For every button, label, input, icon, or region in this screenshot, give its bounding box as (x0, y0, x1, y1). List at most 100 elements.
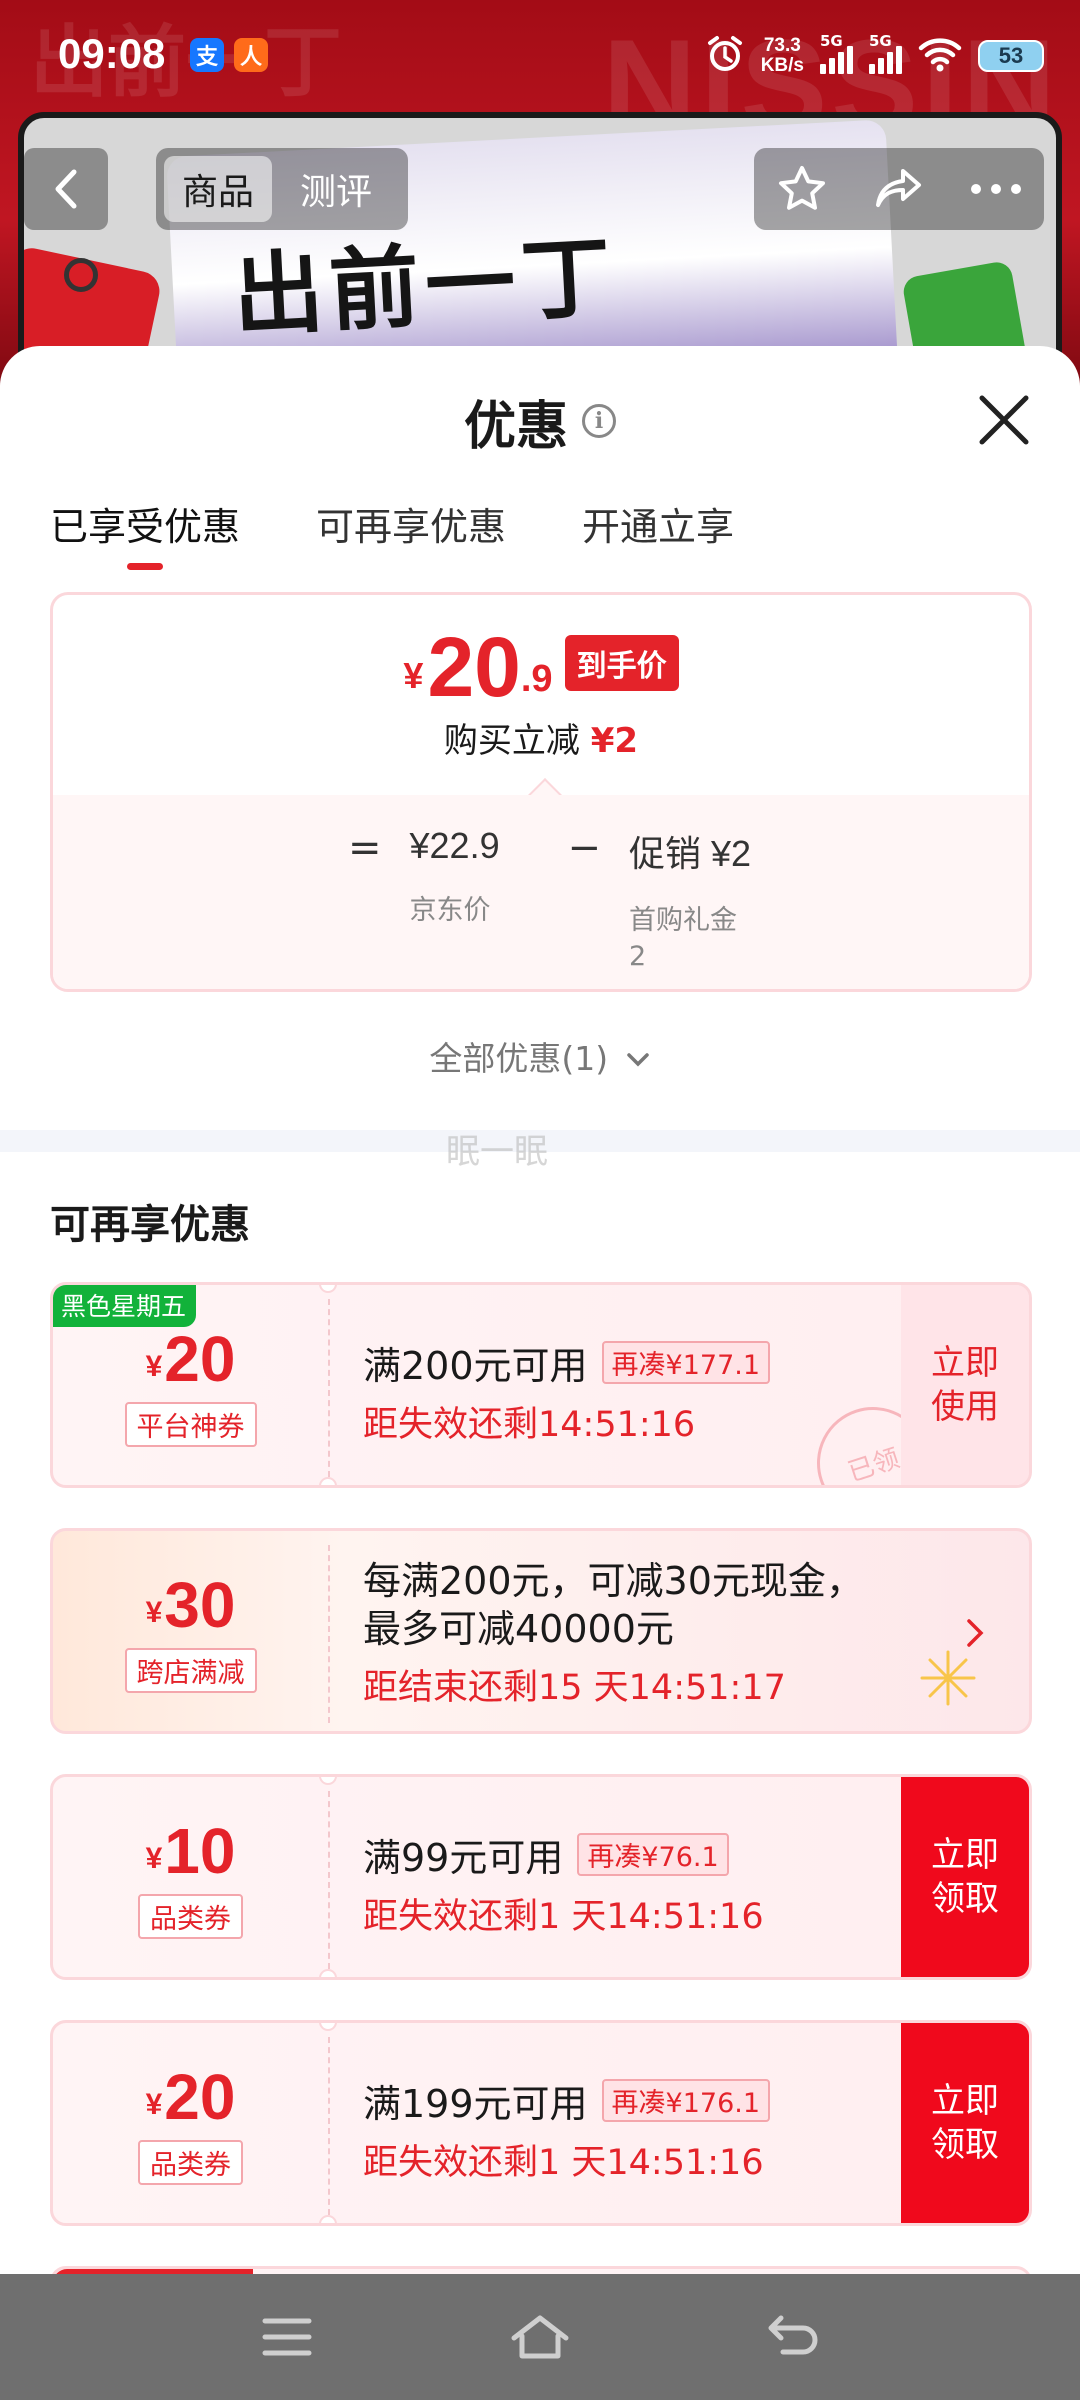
claim-now-button[interactable]: 立即领取 (901, 1777, 1029, 1977)
signal-strength-sim1: 5G (820, 32, 853, 74)
coupon-gap-amount: 再凑¥177.1 (601, 1341, 771, 1384)
keyring (64, 258, 98, 292)
coupon-amount: ¥ 20 (146, 1324, 236, 1394)
coupon-amount-value: 20 (164, 1322, 236, 1395)
coupon-notch (319, 1969, 337, 1977)
price-decimal: .9 (520, 658, 553, 700)
coupon-separator (328, 1299, 330, 1477)
coupon-amount-value: 20 (164, 2060, 236, 2133)
tab-enjoyed[interactable]: 已享受优惠 (50, 496, 240, 570)
coupon-timer: 距失效还剩1 天14:51:16 (363, 2143, 764, 2183)
promo-tabs: 已享受优惠 可再享优惠 开通立享 (50, 496, 734, 570)
coupon-desc-line1: 每满200元，可减30元现金， (363, 1559, 864, 1603)
coupon-condition: 满99元可用 (363, 1836, 564, 1880)
system-nav-bar (0, 2274, 1080, 2400)
coupon-value-area: ¥ 30 跨店满减 (53, 1531, 328, 1731)
coupon-card-cross-store[interactable]: ¥ 30 跨店满减 每满200元，可减30元现金， 最多可减40000元 距结束… (50, 1528, 1032, 1734)
home-button[interactable] (495, 2292, 585, 2382)
final-price: ¥ 20 .9 (403, 625, 552, 709)
minus-sign: − (567, 825, 602, 871)
final-price-tag: 到手价 (564, 635, 679, 691)
coupon-timer: 距结束还剩15 天14:51:17 (363, 1668, 786, 1708)
back-nav-button[interactable] (748, 2292, 838, 2382)
coupon-condition-row: 满99元可用 再凑¥76.1 (363, 1827, 923, 1882)
coupon-amount: ¥ 10 (146, 1816, 236, 1886)
use-now-button[interactable]: 立即使用 (901, 1285, 1029, 1485)
price-integer: 20 (427, 620, 521, 714)
favorite-button[interactable] (762, 154, 842, 224)
coupon-type: 平台神券 (124, 1401, 257, 1447)
product-nav-tabs: 商品 测评 (156, 148, 408, 230)
coupon-type: 品类券 (138, 2139, 243, 2185)
coupon-value-area: ¥ 20 品类券 (53, 2023, 328, 2223)
coupon-amount: ¥ 30 (146, 1570, 236, 1640)
more-icon (970, 184, 1021, 194)
info-icon[interactable]: i (582, 404, 616, 438)
sheet-title: 优惠 (463, 396, 568, 457)
signal-strength-sim2: 5G (869, 32, 902, 74)
instant-discount-label: 购买立减 (443, 721, 580, 761)
menu-icon (262, 2318, 312, 2356)
coupon-currency: ¥ (145, 1841, 163, 1875)
coupon-card[interactable]: ¥ 10 品类券 满99元可用 再凑¥76.1 距失效还剩1 天14:51:16… (50, 1774, 1032, 1980)
coupon-detail-button[interactable] (955, 1613, 995, 1653)
coupon-currency: ¥ (145, 1595, 163, 1629)
back-button[interactable] (24, 148, 108, 230)
price-summary: ¥ 20 .9 到手价 购买立减 ¥2 (53, 595, 1029, 795)
coupon-amount-value: 30 (164, 1568, 236, 1641)
chevron-down-icon (626, 1053, 649, 1067)
coupon-card[interactable]: ¥ 20 平台神券 满200元可用 再凑¥177.1 距失效还剩14:51:16… (50, 1282, 1032, 1488)
price-currency: ¥ (403, 655, 424, 696)
tab-activate[interactable]: 开通立享 (582, 496, 734, 566)
coupon-timer: 距失效还剩1 天14:51:16 (363, 1897, 764, 1937)
firework-icon (920, 1650, 976, 1706)
coupon-separator (328, 1545, 330, 1723)
final-price-row: ¥ 20 .9 到手价 (53, 625, 1029, 709)
final-price-card: ¥ 20 .9 到手价 购买立减 ¥2 = ¥22.9 京东价 − 促销 ¥2 … (50, 592, 1032, 992)
status-bar: 09:08 支 人 73.3 KB/s 5G 5G 53 (0, 0, 1080, 110)
coupon-condition-row: 满199元可用 再凑¥176.1 (363, 2073, 923, 2128)
black-friday-badge: 黑色星期五 (53, 1285, 197, 1327)
coupon-currency: ¥ (145, 2087, 163, 2121)
coupon-currency: ¥ (145, 1349, 163, 1383)
discount-label: 首购礼金 2 (629, 905, 738, 972)
all-promos-toggle[interactable]: 全部优惠(1) (0, 1032, 1080, 1080)
coupon-condition-row: 满200元可用 再凑¥177.1 (363, 1335, 923, 1390)
claim-now-button[interactable]: 立即领取 (901, 2023, 1029, 2223)
star-icon (779, 166, 826, 210)
app-notification-icon: 人 (234, 38, 268, 72)
sim2-label: 5G (869, 32, 892, 50)
share-icon (875, 169, 921, 207)
promotions-sheet: 优惠 i 已享受优惠 可再享优惠 开通立享 ¥ 20 .9 到手价 购买立减 ¥… (0, 346, 1080, 2276)
coupon-details: 满199元可用 再凑¥176.1 距失效还剩1 天14:51:16 (363, 2073, 923, 2185)
tab-more-available[interactable]: 可再享优惠 (316, 496, 506, 566)
status-indicators: 73.3 KB/s 5G 5G 53 (705, 32, 1044, 80)
discount-value: 促销 ¥2 (629, 833, 752, 874)
net-speed-value: 73.3 (763, 35, 801, 56)
more-button[interactable] (956, 154, 1036, 224)
coupon-card[interactable]: ¥ 20 品类券 满199元可用 再凑¥176.1 距失效还剩1 天14:51:… (50, 2020, 1032, 2226)
share-button[interactable] (859, 154, 939, 224)
home-icon (511, 2315, 569, 2359)
coupon-separator (328, 1791, 330, 1969)
coupon-amount: ¥ 20 (146, 2062, 236, 2132)
base-price-item: ¥22.9 京东价 (410, 825, 540, 929)
back-icon (55, 169, 77, 209)
wifi-icon (918, 36, 962, 76)
coupon-type: 品类券 (138, 1893, 243, 1939)
close-button[interactable] (974, 390, 1034, 450)
tab-product[interactable]: 商品 (164, 156, 273, 222)
equals-sign: = (348, 825, 382, 871)
menu-button[interactable] (242, 2292, 332, 2382)
use-now-label: 立即使用 (931, 1343, 999, 1427)
coupon-separator (328, 2037, 330, 2215)
net-speed-unit: KB/s (760, 55, 804, 76)
status-time: 09:08 (58, 30, 166, 77)
coupon-type: 跨店满减 (124, 1647, 257, 1693)
base-price-label: 京东价 (409, 895, 491, 926)
coupon-details: 满99元可用 再凑¥76.1 距失效还剩1 天14:51:16 (363, 1827, 923, 1939)
alipay-notification-icon: 支 (190, 38, 224, 72)
tab-review[interactable]: 测评 (282, 156, 390, 222)
coupon-notch (319, 1477, 337, 1485)
chevron-right-icon (967, 1619, 984, 1647)
